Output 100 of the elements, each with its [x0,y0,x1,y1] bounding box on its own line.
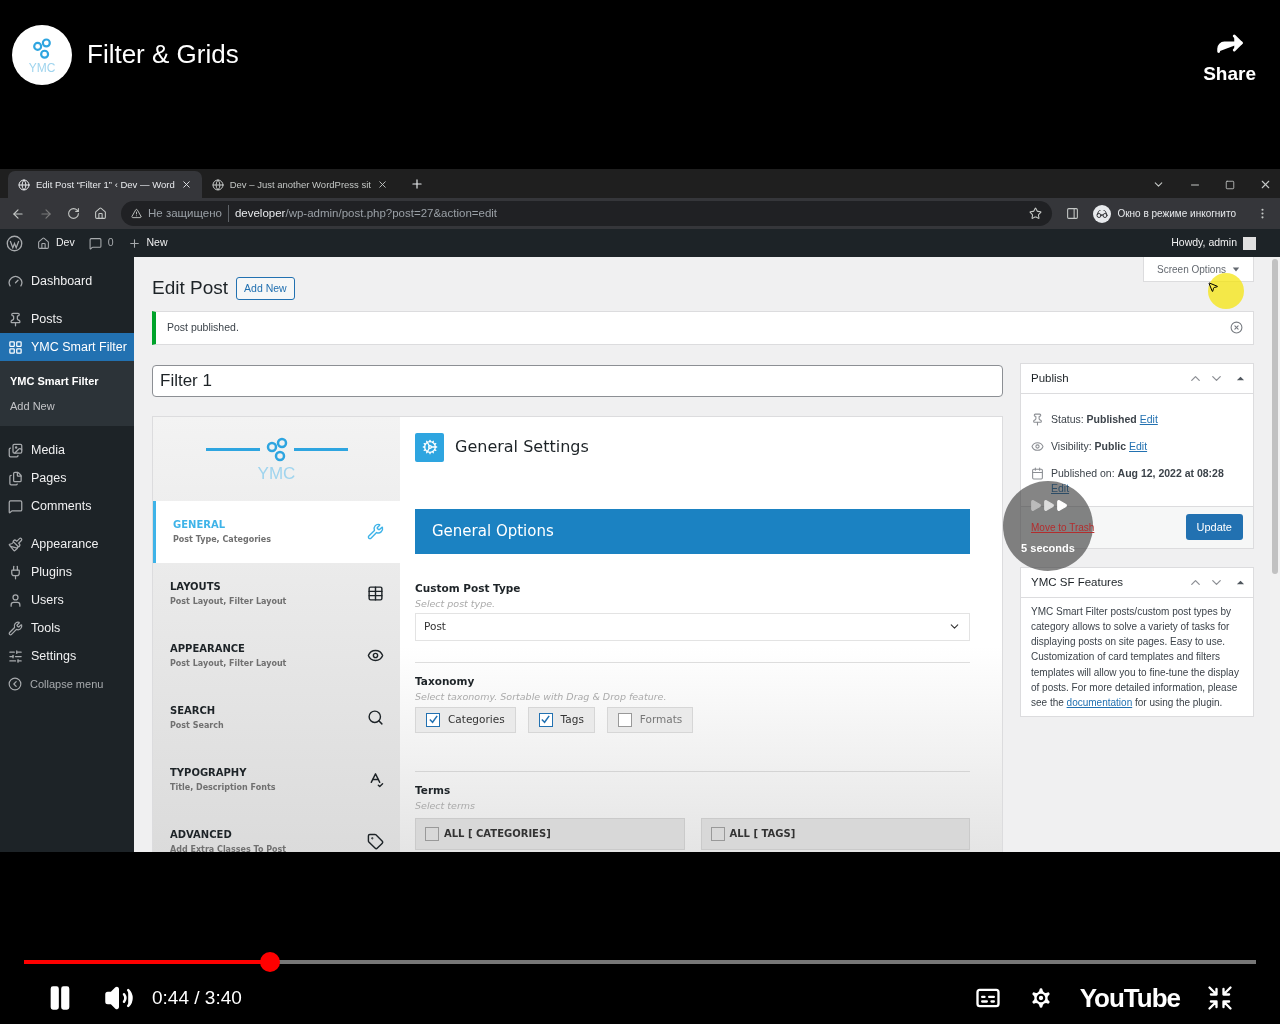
tag-icon [367,833,384,851]
checkbox[interactable] [426,712,440,727]
share-button[interactable]: Share [1203,26,1256,89]
checkbox[interactable] [617,712,632,727]
box-title: Publish [1031,370,1069,386]
avatar-icon [1243,236,1256,250]
settings-tab[interactable]: ADVANCED Add Extra Classes To Post [153,810,400,853]
grid-icon [8,339,23,355]
brush-icon [8,536,23,552]
menu-item[interactable]: Users [0,586,134,615]
menu-item[interactable]: Comments [0,492,134,521]
home-icon[interactable] [94,207,107,221]
post-type-select[interactable]: Post [415,612,970,641]
menu-item[interactable]: Appearance [0,530,134,559]
checkbox[interactable] [538,712,553,727]
seek-label: 5 seconds [1021,541,1075,557]
browser-tab[interactable]: Dev – Just another WordPress sit [201,171,398,199]
publish-info: Status: Published Edit [1051,411,1158,427]
globe-icon [211,178,224,191]
add-new-button[interactable]: Add New [236,277,295,301]
field-label: Taxonomy [415,673,476,689]
pin-icon [1031,412,1044,426]
section-title: General Settings [455,436,589,459]
checkbox[interactable] [710,826,725,841]
field-hint: Select taxonomy. Sortable with Drag & Drop feature. [415,689,668,704]
edit-link[interactable]: Edit [1139,412,1158,425]
taxonomy-option[interactable]: Formats [606,706,694,733]
notice-text: Post published. [167,319,239,335]
settings-tab[interactable]: GENERAL Post Type, Categories [153,500,400,563]
bookmark-star-icon[interactable] [1029,207,1043,221]
forward-icon[interactable] [39,206,53,221]
terms-group[interactable]: ALL [ CATEGORIES] [415,817,685,850]
play-icon [1028,499,1042,513]
site-link[interactable]: Dev [37,235,75,252]
images-icon [8,442,23,458]
youtube-logo[interactable]: YouTube [1079,978,1180,1018]
field-hint: Select terms [415,798,476,813]
new-link[interactable]: New [127,235,168,252]
menu-item[interactable]: Dashboard [0,267,134,296]
exit-fullscreen-icon[interactable] [1206,984,1234,1013]
taxonomy-option[interactable]: Tags [527,706,595,733]
documentation-link[interactable]: documentation [1066,697,1133,709]
user-icon [8,592,23,608]
new-tab-icon[interactable] [410,177,424,192]
screen-options-button[interactable]: Screen Options [1143,257,1254,283]
back-icon[interactable] [11,206,25,221]
menu-item[interactable]: Media [0,436,134,465]
menu-item[interactable]: Tools [0,614,134,643]
scrubber-handle[interactable] [260,952,281,973]
update-button[interactable]: Update [1185,514,1243,541]
settings-tab[interactable]: LAYOUTS Post Layout, Filter Layout [153,562,400,625]
plugin-logo: YMC [205,434,348,483]
account-link[interactable]: Howdy, admin [1171,235,1274,252]
menu-item[interactable]: Settings [0,642,134,671]
incognito-badge[interactable]: Окно в режиме инкогнито [1093,202,1242,225]
reload-icon[interactable] [67,207,80,221]
submenu-item[interactable]: Add New [0,393,134,419]
restore-icon[interactable] [1225,179,1235,190]
settings-tab[interactable]: APPEARANCE Post Layout, Filter Layout [153,624,400,687]
dismiss-icon[interactable] [1230,321,1243,335]
side-panel-icon[interactable] [1066,207,1080,221]
table-icon [367,585,384,603]
field-label: Terms [415,782,452,798]
collapse-icon [8,677,22,692]
menu-item[interactable]: YMC Smart Filter [0,333,134,362]
wrench-icon [8,620,23,636]
menu-item[interactable]: Plugins [0,558,134,587]
checkbox[interactable] [425,826,439,841]
terms-group[interactable]: ALL [ TAGS] [700,817,970,850]
comment-icon [88,236,102,250]
comment-icon [8,498,23,514]
close-tab-icon[interactable] [180,179,192,191]
submenu-item[interactable]: YMC Smart Filter [0,369,134,394]
settings-tab[interactable]: TYPOGRAPHY Title, Description Fonts [153,748,400,811]
plug-icon [8,564,23,580]
taxonomy-option[interactable]: Categories [415,706,516,733]
publish-info: Published on: Aug 12, 2022 at 08:28 Edit [1051,465,1225,496]
collapse-menu-button[interactable]: Collapse menu [0,670,134,699]
wrench-icon [367,523,384,541]
close-tab-icon[interactable] [377,179,388,191]
warning-icon [131,208,142,220]
video-title[interactable]: Filter & Grids [87,35,239,75]
edit-link[interactable]: Edit [1129,439,1148,452]
settings-badge-icon [415,432,444,462]
menu-item[interactable]: Posts [0,305,134,334]
field-label: Custom Post Type [415,580,522,596]
progress-track[interactable] [24,960,1256,965]
page-heading: Edit Post [152,276,229,301]
box-title: YMC SF Features [1031,574,1124,590]
address-bar[interactable]: Не защищено developer/wp-admin/post.php?post=27&action=edit [121,201,1053,227]
wordpress-logo-icon[interactable] [6,234,23,252]
comments-link[interactable]: 0 [88,235,114,252]
home-icon [37,236,50,250]
time-display: 0:44 / 3:40 [152,985,242,1010]
menu-item[interactable]: Pages [0,464,134,493]
settings-tab[interactable]: SEARCH Post Search [153,686,400,749]
pages-icon [8,470,23,486]
post-title-field[interactable]: Filter 1 [152,364,1003,397]
browser-tab[interactable]: Edit Post “Filter 1” ‹ Dev — Word [8,171,202,199]
field-hint: Select post type. [415,596,497,611]
